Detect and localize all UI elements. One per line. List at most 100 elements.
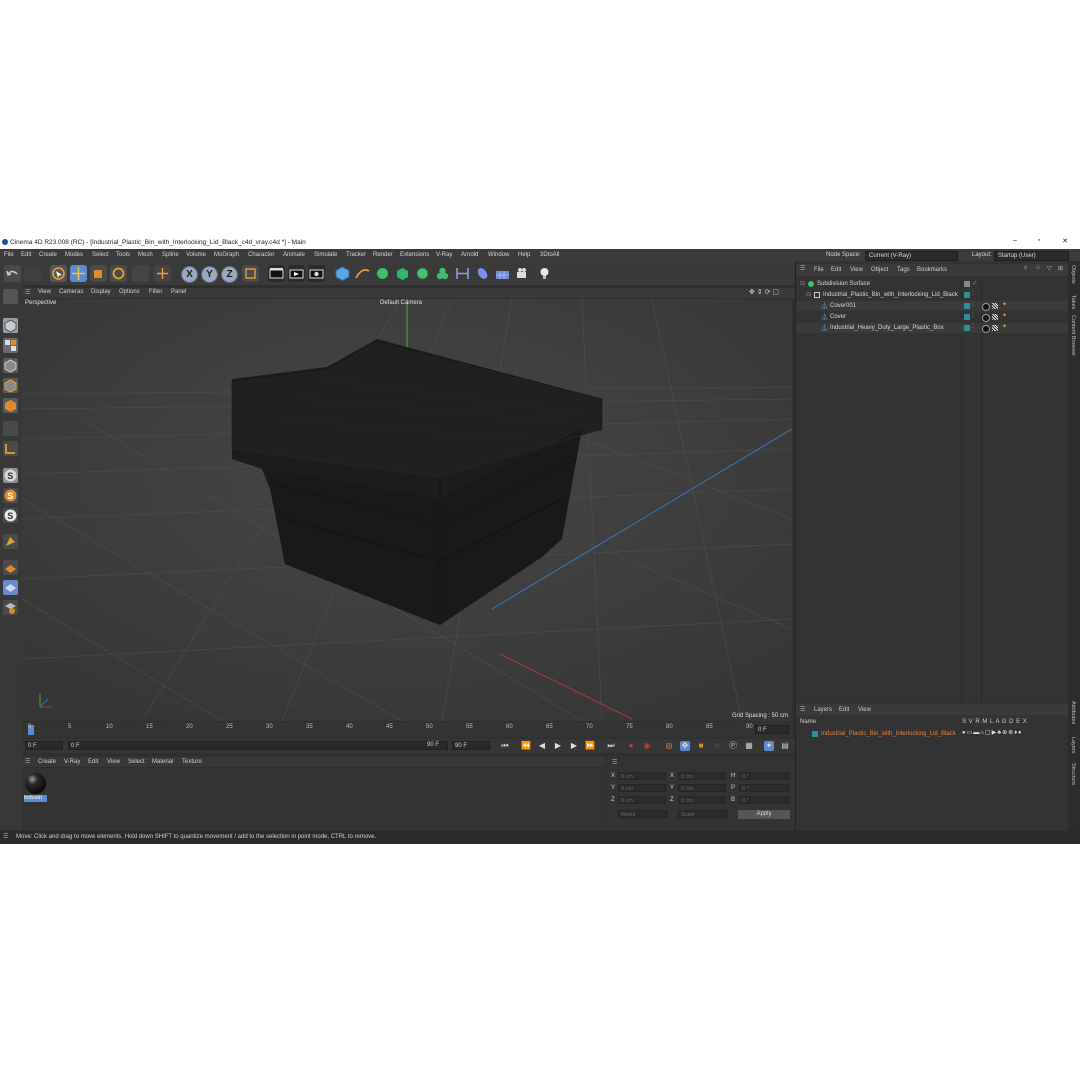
viewport-navigation-icons[interactable]: ✥ ⇕ ⟳ ▢	[749, 288, 779, 296]
menu-mograph[interactable]: MoGraph	[214, 252, 239, 258]
viewport-menu-filter[interactable]: Filter	[149, 289, 162, 295]
hamburger-menu-icon[interactable]: ☰	[612, 759, 617, 766]
snap-icon[interactable]: S	[3, 468, 18, 483]
hamburger-menu-icon[interactable]: ☰	[3, 833, 8, 840]
material-tag-icon[interactable]	[982, 314, 990, 322]
layer-color-icon[interactable]	[812, 731, 818, 737]
parameter-key-icon[interactable]: Ⓟ	[728, 741, 738, 751]
visibility-toggle-icon[interactable]	[964, 281, 970, 287]
object-row[interactable]: ⊟ Subdivision Surface ✓	[796, 279, 1069, 289]
menu-simulate[interactable]: Simulate	[314, 252, 337, 258]
render-view-icon[interactable]	[268, 265, 285, 282]
material-menu-select[interactable]: Select	[128, 759, 145, 765]
model-mode-icon[interactable]	[3, 318, 18, 333]
current-frame-input[interactable]: 0 F	[25, 741, 63, 750]
end-frame-input[interactable]: 90 F	[452, 741, 490, 750]
solo-icon[interactable]: S	[3, 508, 18, 523]
layer-menu-layers[interactable]: Layers	[814, 707, 832, 713]
menu-tools[interactable]: Tools	[116, 252, 130, 258]
object-menu-view[interactable]: View	[850, 267, 863, 273]
size-x-field[interactable]: 0 cm	[678, 772, 726, 780]
coordinate-space-dropdown[interactable]: World	[618, 810, 668, 818]
object-menu-edit[interactable]: Edit	[831, 267, 841, 273]
timeline-settings-icon[interactable]: ▤	[780, 741, 790, 751]
menu-animate[interactable]: Animate	[283, 252, 305, 258]
material-tag-icon[interactable]	[982, 325, 990, 333]
workplane-icon[interactable]	[3, 534, 18, 549]
search-icon[interactable]: ⌕	[1024, 265, 1027, 272]
size-y-field[interactable]: 0 cm	[678, 784, 726, 792]
menu-3dtoall[interactable]: 3DtoAll	[540, 252, 559, 258]
y-axis-lock-button[interactable]: Y	[201, 266, 218, 283]
visibility-dots-icon[interactable]: ⁚	[972, 290, 974, 297]
layer-name[interactable]: Industrial_Plastic_Bin_with_Interlocking…	[821, 731, 956, 737]
material-swatch[interactable]: Industri	[24, 772, 47, 802]
phong-tag-icon[interactable]: ✦	[1002, 301, 1007, 308]
make-editable-icon[interactable]	[3, 289, 18, 304]
home-icon[interactable]: ⌂	[1036, 265, 1040, 271]
object-name[interactable]: Cover	[830, 314, 846, 320]
current-frame-field[interactable]: 0 F	[755, 725, 789, 734]
field-icon[interactable]	[474, 265, 491, 282]
menu-modes[interactable]: Modes	[65, 252, 83, 258]
subdivision-generator-icon[interactable]	[374, 265, 391, 282]
enabled-check-icon[interactable]: ✓	[972, 279, 978, 287]
undo-icon[interactable]	[4, 265, 21, 282]
size-z-field[interactable]: 0 cm	[678, 796, 726, 804]
object-menu-tags[interactable]: Tags	[897, 267, 910, 273]
texture-mode-icon[interactable]	[3, 338, 18, 353]
object-menu-object[interactable]: Object	[871, 267, 888, 273]
size-mode-dropdown[interactable]: Scale	[678, 810, 728, 818]
motion-clip-icon[interactable]: ✦	[764, 741, 774, 751]
camera-object-icon[interactable]	[514, 265, 531, 282]
material-menu-edit[interactable]: Edit	[88, 759, 98, 765]
rotation-h-field[interactable]: 0 °	[739, 772, 789, 780]
viewport-menu-display[interactable]: Display	[91, 289, 111, 295]
go-to-start-icon[interactable]: ⏮	[500, 741, 510, 751]
rotation-key-icon[interactable]: ◌	[712, 741, 722, 751]
edges-mode-icon[interactable]	[3, 378, 18, 393]
node-space-dropdown[interactable]: Current (V-Ray)	[865, 251, 958, 261]
coordinate-system-icon[interactable]	[154, 265, 171, 282]
uvw-tag-icon[interactable]	[992, 325, 998, 331]
layer-menu-view[interactable]: View	[858, 707, 871, 713]
menu-file[interactable]: File	[4, 252, 14, 258]
apply-button[interactable]: Apply	[738, 810, 790, 819]
go-to-end-icon[interactable]: ⏭	[606, 741, 616, 751]
material-menu-create[interactable]: Create	[38, 759, 56, 765]
frame-range-slider[interactable]: 0 F	[68, 741, 448, 750]
floor-object-icon[interactable]	[494, 265, 511, 282]
tab-attributes[interactable]: Attributes	[1070, 701, 1076, 724]
rotate-tool-icon[interactable]	[110, 265, 127, 282]
position-key-icon[interactable]: ✥	[680, 741, 690, 751]
layer-menu-edit[interactable]: Edit	[839, 707, 849, 713]
deformer-icon[interactable]	[454, 265, 471, 282]
visibility-dots-icon[interactable]: ⁚	[972, 323, 974, 330]
workplane-mode-icon[interactable]	[3, 600, 18, 615]
z-axis-lock-button[interactable]: Z	[221, 266, 238, 283]
hamburger-menu-icon[interactable]: ☰	[25, 289, 30, 296]
previous-frame-icon[interactable]: ◀	[537, 741, 547, 751]
object-name[interactable]: Industrial_Heavy_Duty_Large_Plastic_Box	[830, 325, 944, 331]
object-name[interactable]: Subdivision Surface	[817, 281, 870, 287]
locked-workplane-icon[interactable]	[3, 580, 18, 595]
live-selection-icon[interactable]	[50, 265, 67, 282]
phong-tag-icon[interactable]: ✦	[1002, 323, 1007, 330]
material-menu-texture[interactable]: Texture	[182, 759, 202, 765]
point-level-animation-icon[interactable]: ▦	[744, 741, 754, 751]
tab-objects[interactable]: Objects	[1070, 265, 1076, 284]
object-row[interactable]: ⊟ Industrial_Plastic_Bin_with_Interlocki…	[796, 290, 1069, 300]
render-settings-icon[interactable]	[308, 265, 325, 282]
hamburger-menu-icon[interactable]: ☰	[25, 758, 30, 765]
new-window-icon[interactable]: ⊞	[1058, 265, 1063, 272]
viewport-menu-view[interactable]: View	[38, 289, 51, 295]
hamburger-menu-icon[interactable]: ☰	[800, 265, 805, 272]
menu-mesh[interactable]: Mesh	[138, 252, 153, 258]
move-tool-icon[interactable]	[70, 265, 87, 282]
keyframe-selection-icon[interactable]: ◎	[664, 741, 674, 751]
scale-key-icon[interactable]: ■	[696, 741, 706, 751]
previous-key-icon[interactable]: ⏪	[521, 741, 531, 751]
tab-layers[interactable]: Layers	[1070, 737, 1076, 754]
phong-tag-icon[interactable]: ✦	[1002, 312, 1007, 319]
render-to-picture-viewer-icon[interactable]	[288, 265, 305, 282]
